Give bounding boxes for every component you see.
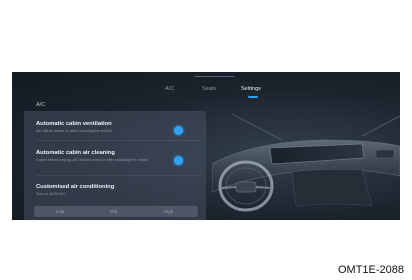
tab-ac[interactable]: A/C (165, 86, 174, 92)
infotainment-screen: A/C Seats Settings A/C Automatic cabin v… (12, 72, 400, 220)
setting-description: A/C will be turned on after unlocking th… (36, 129, 112, 133)
setting-subtitle: Turn on AUTO A/C (36, 192, 66, 196)
ac-level-low[interactable]: Low (56, 209, 64, 214)
car-interior-illustration (212, 113, 400, 212)
air-cleaning-toggle[interactable] (174, 156, 183, 165)
tab-bar: A/C Seats Settings (12, 86, 400, 100)
active-tab-indicator (248, 96, 258, 98)
divider (36, 175, 202, 176)
tab-seats[interactable]: Seats (202, 86, 216, 92)
setting-row-custom-ac: Customised air conditioning Turn on AUTO… (36, 184, 206, 197)
setting-title: Automatic cabin air cleaning (36, 150, 115, 156)
cabin-ventilation-toggle[interactable] (174, 126, 183, 135)
ac-level-selector: Low Mid High (34, 206, 198, 217)
section-title: A/C (36, 102, 46, 108)
setting-title: Customised air conditioning (36, 184, 115, 190)
ac-level-high[interactable]: High (164, 209, 173, 214)
divider (36, 140, 202, 141)
status-indicator-line (194, 76, 234, 77)
setting-description: If used before parking, A/C will be turn… (36, 158, 149, 162)
figure-caption: OMT1E-2088 (337, 264, 404, 276)
ac-level-mid[interactable]: Mid (110, 209, 117, 214)
tab-settings[interactable]: Settings (241, 86, 261, 92)
